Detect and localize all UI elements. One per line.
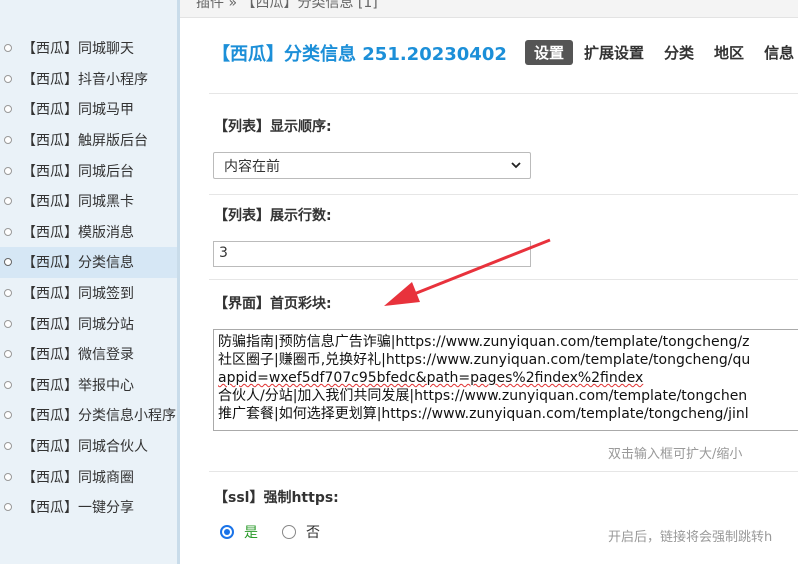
sidebar-item[interactable]: 【西瓜】同城后台 [0,155,177,186]
tab-bar: 设置 扩展设置 分类 地区 信息 [525,40,798,65]
sidebar-item[interactable]: 【西瓜】同城马甲 [0,94,177,125]
list-order-label: 【列表】显示顺序: [214,119,332,135]
divider [209,93,798,94]
ssl-radio-group: 是 否 [220,522,320,542]
tab-category[interactable]: 分类 [655,40,703,65]
list-rows-label: 【列表】展示行数: [214,208,332,224]
ssl-no-radio[interactable] [282,525,296,539]
textarea-line: 合伙人/分站|加入我们共同发展|https://www.zunyiquan.co… [218,388,748,404]
bullet-icon [4,350,12,359]
textarea-line: 推广套餐|如何选择更划算|https://www.zunyiquan.com/t… [218,406,749,422]
ssl-label: 【ssl】强制https: [214,490,339,506]
bullet-icon [4,411,12,420]
tab-settings[interactable]: 设置 [525,40,574,65]
sidebar-item[interactable]: 【西瓜】分类信息小程序 [0,400,177,431]
sidebar-item-label: 【西瓜】分类信息 [22,255,134,272]
ssl-yes-radio[interactable] [220,525,234,539]
sidebar-item-label: 【西瓜】同城黑卡 [22,194,134,211]
sidebar-item[interactable]: 【西瓜】同城签到 [0,278,177,309]
sidebar-item-label: 【西瓜】同城后台 [22,163,134,180]
sidebar-item-label: 【西瓜】同城马甲 [22,102,134,119]
sidebar-item[interactable]: 【西瓜】举报中心 [0,370,177,401]
breadcrumb-bar: 插件 » 【西瓜】分类信息 [1] [180,0,798,18]
sidebar-item[interactable]: 【西瓜】同城聊天 [0,33,177,64]
divider [209,471,798,472]
ssl-yes-label: 是 [244,525,258,541]
list-order-select[interactable]: 内容在前 [213,152,531,179]
sidebar-item-label: 【西瓜】同城合伙人 [22,439,148,456]
bullet-icon [4,472,12,481]
sidebar-item-label: 【西瓜】同城签到 [22,286,134,303]
sidebar-item-label: 【西瓜】同城商圈 [22,469,134,486]
divider [209,194,798,195]
ssl-hint: 开启后，链接将会强制跳转h [608,530,773,545]
red-arrow-icon [384,238,551,306]
page-title: 【西瓜】分类信息 251.20230402 [212,44,507,65]
ssl-no-label: 否 [306,525,320,541]
main-panel: 【西瓜】分类信息 251.20230402 设置 扩展设置 分类 地区 信息 【… [180,18,798,564]
bullet-icon [4,105,12,114]
list-order-value: 内容在前 [224,158,280,175]
sidebar-item-label: 【西瓜】举报中心 [22,377,134,394]
sidebar-item-label: 【西瓜】一键分享 [22,500,134,517]
bullet-icon [4,166,12,175]
sidebar-item[interactable]: 【西瓜】分类信息 [0,247,177,278]
sidebar-item[interactable]: 【西瓜】微信登录 [0,339,177,370]
bullet-icon [4,380,12,389]
sidebar-item-label: 【西瓜】同城分站 [22,316,134,333]
home-blocks-textarea[interactable]: 防骗指南|预防信息广告诈骗|https://www.zunyiquan.com/… [213,329,798,431]
sidebar: 【西瓜】同城聊天 【西瓜】抖音小程序 【西瓜】同城马甲 【西瓜】触屏版后台 【西瓜】同城… [0,0,180,564]
bullet-icon [4,289,12,298]
sidebar-item[interactable]: 【西瓜】抖音小程序 [0,64,177,95]
bullet-icon [4,503,12,512]
bullet-icon [4,44,12,53]
bullet-icon [4,136,12,145]
sidebar-item-label: 【西瓜】分类信息小程序 [22,408,176,425]
bullet-icon [4,197,12,206]
textarea-line: 防骗指南|预防信息广告诈骗|https://www.zunyiquan.com/… [218,334,750,350]
sidebar-item[interactable]: 【西瓜】同城黑卡 [0,186,177,217]
bullet-icon [4,227,12,236]
sidebar-item-label: 【西瓜】微信登录 [22,347,134,364]
bullet-icon [4,258,12,267]
sidebar-item[interactable]: 【西瓜】同城商圈 [0,461,177,492]
sidebar-item-label: 【西瓜】触屏版后台 [22,133,148,150]
sidebar-item-label: 【西瓜】同城聊天 [22,41,134,58]
tab-info[interactable]: 信息 [755,40,798,65]
sidebar-item[interactable]: 【西瓜】触屏版后台 [0,125,177,156]
sidebar-item[interactable]: 【西瓜】一键分享 [0,492,177,523]
sidebar-item-label: 【西瓜】抖音小程序 [22,71,148,88]
tab-region[interactable]: 地区 [705,40,753,65]
sidebar-item[interactable]: 【西瓜】同城合伙人 [0,431,177,462]
textarea-line: appid=wxef5df707c95bfedc&path=pages%2fin… [218,370,644,386]
chevron-down-icon [511,162,521,169]
sidebar-list: 【西瓜】同城聊天 【西瓜】抖音小程序 【西瓜】同城马甲 【西瓜】触屏版后台 【西瓜】同城… [0,33,177,523]
textarea-line: 社区圈子|赚圈币,兑换好礼|https://www.zunyiquan.com/… [218,352,751,368]
sidebar-item-label: 【西瓜】模版消息 [22,224,134,241]
bullet-icon [4,319,12,328]
home-blocks-label: 【界面】首页彩块: [214,296,332,312]
sidebar-item[interactable]: 【西瓜】模版消息 [0,217,177,248]
bullet-icon [4,74,12,83]
breadcrumb: 插件 » 【西瓜】分类信息 [1] [196,0,378,11]
tab-extended-settings[interactable]: 扩展设置 [575,40,653,65]
sidebar-item[interactable]: 【西瓜】同城分站 [0,308,177,339]
bullet-icon [4,442,12,451]
textarea-hint: 双击输入框可扩大/缩小 [608,447,743,462]
